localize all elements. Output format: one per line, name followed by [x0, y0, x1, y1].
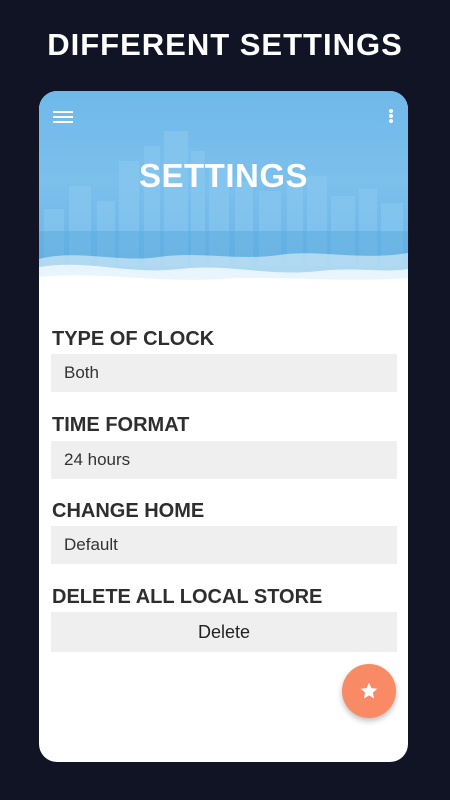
change-home-select[interactable]: Default	[51, 526, 397, 564]
clock-type-select[interactable]: Both	[51, 354, 397, 392]
clock-type-label: TYPE OF CLOCK	[52, 328, 215, 350]
delete-button[interactable]: Delete	[51, 612, 397, 652]
time-format-select[interactable]: 24 hours	[51, 441, 397, 479]
phone-screen: SETTINGS TYPE OF CLOCK Both TIME FORMAT …	[39, 91, 408, 762]
change-home-label: CHANGE HOME	[52, 500, 205, 522]
favorite-fab-button[interactable]	[342, 664, 396, 718]
screen-title: SETTINGS	[138, 157, 309, 194]
hamburger-menu-icon[interactable]	[53, 108, 75, 128]
delete-local-store-label: DELETE ALL LOCAL STORE	[52, 586, 323, 608]
settings-header: SETTINGS	[39, 91, 408, 291]
promo-title: DIFFERENT SETTINGS	[47, 27, 403, 62]
more-vert-icon[interactable]	[386, 108, 396, 128]
time-format-label: TIME FORMAT	[52, 414, 190, 436]
star-icon	[360, 682, 378, 699]
